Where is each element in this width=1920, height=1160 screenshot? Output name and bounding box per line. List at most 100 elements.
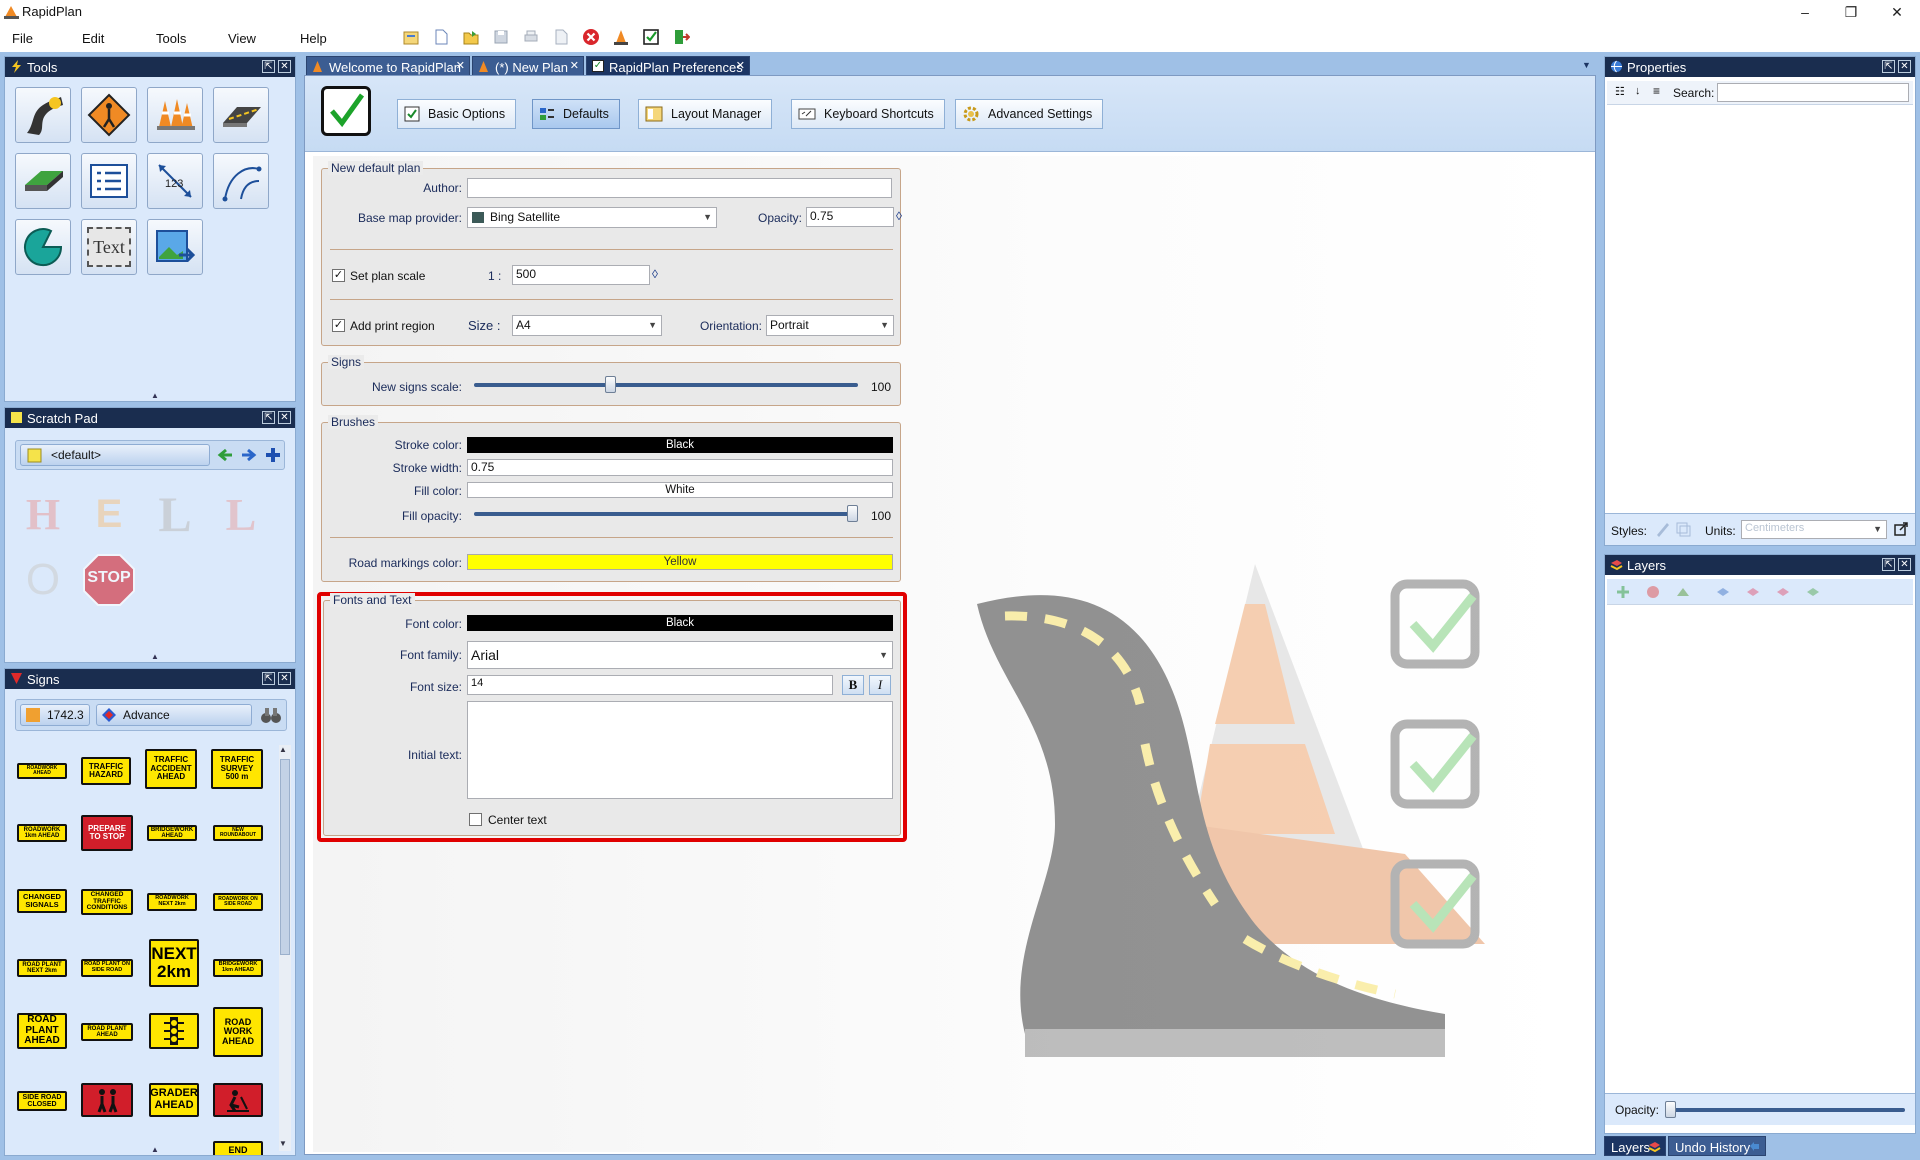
sign-traffic-hazard[interactable]: TRAFFIC HAZARD	[81, 757, 131, 785]
font-color-picker[interactable]: Black	[467, 615, 893, 631]
close-window-button[interactable]: ✕	[1874, 0, 1920, 24]
scroll-down-icon[interactable]: ▼	[279, 1139, 287, 1148]
sign-roadwork-1km-ahead[interactable]: ROADWORK 1km AHEAD	[17, 824, 67, 842]
sign-end[interactable]: END	[213, 1141, 263, 1155]
tab-preferences[interactable]: ✓ RapidPlan Preferences ✕	[586, 56, 750, 76]
scroll-thumb[interactable]	[280, 759, 290, 955]
slider-thumb[interactable]	[847, 505, 858, 522]
delete-layer-icon[interactable]	[1645, 584, 1661, 600]
pin-icon[interactable]: ⇱	[1882, 558, 1895, 571]
menu-edit[interactable]: Edit	[82, 31, 104, 46]
base-map-dropdown[interactable]: Bing Satellite ▼	[467, 207, 717, 228]
defaults-button[interactable]: Defaults	[532, 99, 620, 129]
sign-side-road-closed[interactable]: SIDE ROAD CLOSED	[17, 1091, 67, 1111]
print-icon[interactable]	[520, 26, 542, 48]
move-layer-down-icon[interactable]	[1745, 584, 1761, 600]
properties-search-input[interactable]	[1717, 83, 1909, 102]
exit-icon[interactable]	[670, 26, 692, 48]
area-tool-button[interactable]	[15, 153, 71, 209]
road-tool-button[interactable]	[15, 87, 71, 143]
text-tool-button[interactable]: Text	[81, 219, 137, 275]
worker-sign-tool-button[interactable]	[81, 87, 137, 143]
layer-visibility-icon[interactable]	[1805, 584, 1821, 600]
sign-road-work-ahead[interactable]: ROAD WORK AHEAD	[213, 1007, 263, 1057]
next-arrow-icon[interactable]	[240, 446, 258, 464]
tab-new-plan[interactable]: (*) New Plan ✕	[472, 56, 584, 76]
save-icon[interactable]	[490, 26, 512, 48]
copy-style-icon[interactable]	[1675, 521, 1691, 537]
open-folder-icon[interactable]	[460, 26, 482, 48]
road-markings-color-picker[interactable]: Yellow	[467, 554, 893, 570]
scratch-item-o[interactable]: O	[15, 552, 71, 608]
scratch-pad-dropdown[interactable]: <default>	[20, 444, 210, 466]
plan-scale-input[interactable]: 500	[512, 265, 650, 285]
add-layer-icon[interactable]	[1615, 584, 1631, 600]
close-tab-icon[interactable]: ✕	[736, 59, 745, 72]
sign-traffic-accident-ahead[interactable]: TRAFFIC ACCIDENT AHEAD	[145, 749, 197, 789]
sign-changed-signals[interactable]: CHANGED SIGNALS	[17, 889, 67, 913]
sign-road-plant-ahead-small[interactable]: ROAD PLANT AHEAD	[81, 1023, 133, 1041]
preferences-check-icon[interactable]	[640, 26, 662, 48]
tab-undo-history[interactable]: Undo History	[1668, 1136, 1766, 1156]
set-plan-scale-checkbox[interactable]: ✓	[332, 269, 345, 282]
close-icon[interactable]: ✕	[278, 60, 291, 73]
sign-workers-red[interactable]	[81, 1083, 133, 1117]
menu-help[interactable]: Help	[300, 31, 327, 46]
font-size-input[interactable]: 14	[467, 675, 833, 695]
sign-road-plant-on-side-road[interactable]: ROAD PLANT ON SIDE ROAD	[81, 959, 133, 977]
stroke-width-input[interactable]: 0.75	[467, 459, 893, 476]
sign-road-plant-next-2km[interactable]: ROAD PLANT NEXT 2km	[17, 959, 67, 977]
sign-bridgework-1km-ahead[interactable]: BRIDGEWORK 1km AHEAD	[213, 959, 263, 977]
sort-icon[interactable]: ↓	[1635, 85, 1641, 97]
sign-code-dropdown[interactable]: 1742.3	[20, 704, 90, 726]
pin-icon[interactable]: ⇱	[262, 411, 275, 424]
panel-resize-grip[interactable]: ▲	[151, 1145, 159, 1154]
image-tool-button[interactable]	[147, 219, 203, 275]
close-icon[interactable]: ✕	[1898, 60, 1911, 73]
advanced-settings-button[interactable]: Advanced Settings	[955, 99, 1104, 129]
move-layer-up-icon[interactable]	[1715, 584, 1731, 600]
sign-prepare-to-stop[interactable]: PREPARE TO STOP	[81, 815, 133, 851]
layer-properties-icon[interactable]	[1675, 584, 1691, 600]
new-signs-scale-slider[interactable]	[474, 375, 858, 395]
pin-icon[interactable]: ⇱	[1882, 60, 1895, 73]
panel-resize-grip[interactable]: ▲	[151, 391, 159, 400]
initial-text-area[interactable]	[467, 701, 893, 799]
basic-options-button[interactable]: Basic Options	[397, 99, 517, 129]
new-document-icon[interactable]	[430, 26, 452, 48]
pin-icon[interactable]: ⇱	[262, 60, 275, 73]
sign-changed-traffic-conditions[interactable]: CHANGED TRAFFIC CONDITIONS	[81, 889, 133, 915]
add-icon[interactable]	[264, 446, 282, 464]
scratch-item-l[interactable]: L	[147, 486, 203, 542]
sign-road-plant-ahead[interactable]: ROAD PLANT AHEAD	[17, 1013, 67, 1049]
close-icon[interactable]: ✕	[278, 411, 291, 424]
font-family-dropdown[interactable]: Arial ▼	[467, 641, 893, 669]
close-tab-icon[interactable]: ✕	[456, 59, 465, 72]
legend-tool-button[interactable]	[81, 153, 137, 209]
tab-layers[interactable]: Layers	[1604, 1136, 1666, 1156]
open-icon[interactable]	[400, 26, 422, 48]
shape-tool-button[interactable]	[15, 219, 71, 275]
close-icon[interactable]: ✕	[278, 672, 291, 685]
categorized-icon[interactable]: ☷	[1615, 85, 1625, 98]
layout-manager-button[interactable]: Layout Manager	[638, 99, 773, 129]
units-dropdown[interactable]: Centimeters ▼	[1741, 520, 1887, 539]
spinner-icon[interactable]: ◊	[896, 209, 902, 223]
scratch-item-l2[interactable]: L	[213, 486, 269, 542]
keyboard-shortcuts-button[interactable]: Keyboard Shortcuts	[791, 99, 945, 129]
sign-grader-ahead[interactable]: GRADER AHEAD	[149, 1083, 199, 1117]
sign-traffic-lights[interactable]	[149, 1013, 199, 1049]
list-icon[interactable]: ≡	[1653, 84, 1660, 98]
curve-tool-button[interactable]	[213, 153, 269, 209]
cone-tool-icon[interactable]	[610, 26, 632, 48]
maximize-button[interactable]: ❐	[1828, 0, 1874, 24]
orientation-dropdown[interactable]: Portrait ▼	[766, 315, 894, 336]
add-print-region-checkbox[interactable]: ✓	[332, 319, 345, 332]
size-dropdown[interactable]: A4 ▼	[512, 315, 662, 336]
measure-tool-button[interactable]: 123	[147, 153, 203, 209]
binoculars-icon[interactable]	[260, 704, 282, 726]
author-input[interactable]	[467, 178, 892, 198]
menu-view[interactable]: View	[228, 31, 256, 46]
sign-roadwork-ahead[interactable]: ROADWORK AHEAD	[17, 763, 67, 779]
stroke-color-picker[interactable]: Black	[467, 437, 893, 453]
